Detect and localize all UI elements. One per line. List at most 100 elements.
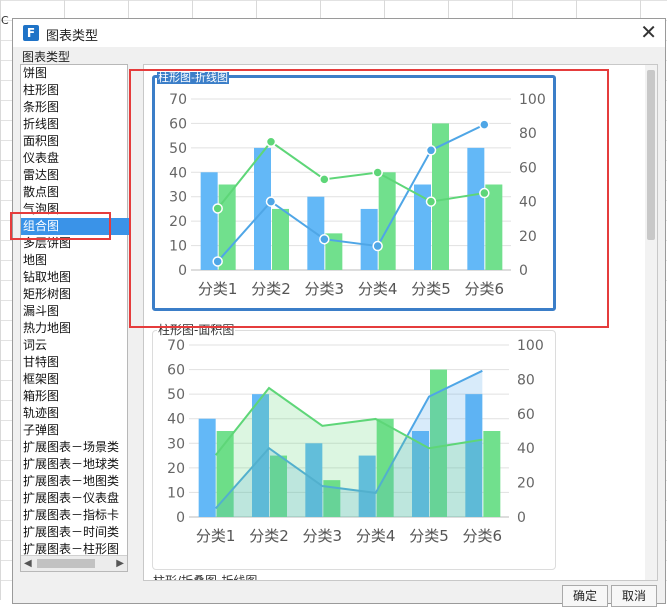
line-point bbox=[319, 174, 330, 185]
y-tick-label-left: 70 bbox=[169, 92, 187, 108]
dialog-title: 图表类型 bbox=[46, 29, 99, 44]
chart-type-item[interactable]: 扩展图表－场景类 bbox=[21, 439, 129, 456]
x-tick-label: 分类6 bbox=[463, 527, 503, 545]
chart-type-item[interactable]: 饼图 bbox=[21, 65, 129, 82]
x-tick-label: 分类3 bbox=[303, 527, 343, 545]
y-tick-label-left: 30 bbox=[169, 190, 187, 206]
vertical-scrollbar[interactable] bbox=[645, 65, 657, 580]
chart-type-dialog: F 图表类型 ✕ 图表类型 饼图 柱形图 条形图 折线图 面积图 仪表盘 雷达图 散点图 气泡图… bbox=[12, 18, 666, 607]
chart-type-item[interactable]: 框架图 bbox=[21, 371, 129, 388]
line-point bbox=[212, 256, 223, 267]
x-tick-label: 分类1 bbox=[196, 527, 236, 545]
chart-type-list[interactable]: 饼图 柱形图 条形图 折线图 面积图 仪表盘 雷达图 散点图 气泡图 组合图 多层饼图 地图 钻取地图矩… bbox=[20, 64, 129, 572]
spreadsheet-column-fragment: C bbox=[1, 14, 9, 27]
chart-type-item[interactable]: 扩展图表－时间类 bbox=[21, 524, 129, 541]
bar bbox=[378, 172, 396, 270]
bar bbox=[200, 172, 218, 270]
y-tick-label-right: 20 bbox=[517, 476, 535, 492]
scrollbar-thumb[interactable] bbox=[37, 559, 95, 568]
y-tick-label-right: 40 bbox=[519, 195, 537, 211]
chart-type-item[interactable]: 仪表盘 bbox=[21, 150, 129, 167]
y-tick-label-right: 60 bbox=[519, 160, 537, 176]
chart-type-item[interactable]: 轨迹图 bbox=[21, 405, 129, 422]
chart-type-item[interactable]: 扩展图表－指标卡 bbox=[21, 507, 129, 524]
y-tick-label-right: 0 bbox=[519, 263, 528, 279]
y-tick-label-left: 30 bbox=[167, 436, 185, 452]
y-tick-label-right: 80 bbox=[517, 372, 535, 388]
line-point bbox=[319, 233, 330, 245]
x-tick-label: 分类2 bbox=[251, 280, 291, 298]
y-tick-label-right: 40 bbox=[517, 441, 535, 457]
chart-type-item[interactable]: 多层饼图 bbox=[21, 235, 129, 252]
x-tick-label: 分类6 bbox=[465, 280, 505, 298]
chart-type-item[interactable]: 地图 bbox=[21, 252, 129, 269]
bar-line-chart: 0 10 20 30 40 50 60 70 0 20 40 60 80 100 分类1 分类2 分类3 分类4 分… bbox=[169, 92, 546, 298]
chart-type-item[interactable]: 条形图 bbox=[21, 99, 129, 116]
x-tick-label: 分类5 bbox=[411, 280, 451, 298]
bar bbox=[467, 147, 485, 270]
scrollbar-thumb[interactable] bbox=[647, 70, 655, 240]
chart-type-item[interactable]: 词云 bbox=[21, 337, 129, 354]
chart-type-item[interactable]: 矩形树图 bbox=[21, 286, 129, 303]
chart-type-item[interactable]: 漏斗图 bbox=[21, 303, 129, 320]
bar-area-chart: 0 10 20 30 40 50 60 70 0 20 40 60 80 100 分类1 分类2 分类3 分类4 分… bbox=[167, 338, 544, 545]
line-point bbox=[479, 187, 490, 199]
y-tick-label-left: 50 bbox=[167, 387, 185, 403]
bar bbox=[483, 431, 501, 517]
line-point bbox=[425, 145, 437, 156]
y-tick-label-right: 80 bbox=[519, 126, 537, 142]
line-point bbox=[372, 167, 383, 178]
bar bbox=[272, 208, 289, 270]
preview-card-bar-area[interactable]: 0 10 20 30 40 50 60 70 0 20 40 60 80 100 分类1 分类2 分类3 分类4 分… bbox=[152, 321, 556, 570]
y-tick-label-right: 100 bbox=[517, 338, 544, 354]
chart-type-item[interactable]: 柱形图 bbox=[21, 82, 129, 99]
x-tick-label: 分类3 bbox=[305, 280, 345, 298]
y-tick-label-left: 20 bbox=[167, 461, 185, 477]
chart-type-item[interactable]: 雷达图 bbox=[21, 167, 129, 184]
chart-type-item[interactable]: 扩展图表－地球类 bbox=[21, 456, 129, 473]
x-tick-label: 分类2 bbox=[249, 527, 289, 545]
chart-type-item[interactable]: 组合图 bbox=[21, 218, 129, 235]
chart-type-item[interactable]: 扩展图表－柱形图 bbox=[21, 541, 129, 555]
close-icon[interactable]: ✕ bbox=[640, 21, 657, 43]
cancel-button[interactable]: 取消 bbox=[611, 585, 657, 607]
section-label: 图表类型 bbox=[22, 50, 71, 64]
bar bbox=[198, 418, 216, 517]
chart-type-item[interactable]: 扩展图表－地图类 bbox=[21, 473, 129, 490]
y-tick-label-left: 60 bbox=[169, 116, 187, 132]
x-tick-label: 分类1 bbox=[198, 280, 238, 298]
chart-type-list-items: 饼图 柱形图 条形图 折线图 面积图 仪表盘 雷达图 散点图 气泡图 组合图 多层饼图 地图 钻取地图矩… bbox=[21, 65, 129, 555]
y-tick-label-left: 60 bbox=[167, 363, 185, 379]
preview-card-title: 柱形图-折线图 bbox=[157, 71, 229, 84]
x-tick-label: 分类4 bbox=[358, 280, 398, 298]
chart-type-item[interactable]: 钻取地图 bbox=[21, 269, 129, 286]
chart-type-item[interactable]: 甘特图 bbox=[21, 354, 129, 371]
y-tick-label-left: 20 bbox=[169, 214, 187, 230]
y-tick-label-right: 20 bbox=[519, 229, 537, 245]
preview-card-title-partial[interactable]: 柱形/折叠图-折线图 bbox=[153, 572, 257, 580]
bar bbox=[485, 184, 503, 270]
horizontal-scrollbar[interactable]: ◀ ▶ bbox=[21, 555, 127, 571]
chart-type-item[interactable]: 折线图 bbox=[21, 116, 129, 133]
scroll-right-icon[interactable]: ▶ bbox=[116, 556, 124, 571]
chart-type-item[interactable]: 热力地图 bbox=[21, 320, 129, 337]
y-tick-label-left: 10 bbox=[167, 485, 185, 501]
line-point bbox=[265, 136, 277, 147]
y-tick-label-right: 0 bbox=[517, 510, 526, 526]
line-point bbox=[425, 196, 437, 207]
y-tick-label-left: 0 bbox=[176, 510, 185, 526]
x-tick-label: 分类5 bbox=[409, 527, 449, 545]
chart-type-item[interactable]: 箱形图 bbox=[21, 388, 129, 405]
preview-card-bar-line[interactable]: 0 10 20 30 40 50 60 70 0 20 40 60 80 100 分类1 分类2 分类3 分类4 分… bbox=[152, 71, 556, 311]
chart-type-item[interactable]: 面积图 bbox=[21, 133, 129, 150]
dialog-titlebar: F 图表类型 ✕ bbox=[13, 19, 665, 47]
ok-button[interactable]: 确定 bbox=[562, 585, 608, 607]
line-point bbox=[212, 203, 223, 214]
scroll-left-icon[interactable]: ◀ bbox=[24, 556, 32, 571]
line-point bbox=[479, 119, 490, 130]
chart-type-item[interactable]: 子弹图 bbox=[21, 422, 129, 439]
chart-type-item[interactable]: 扩展图表－仪表盘 bbox=[21, 490, 129, 507]
chart-type-item[interactable]: 气泡图 bbox=[21, 201, 129, 218]
line-point bbox=[265, 196, 277, 207]
chart-type-item[interactable]: 散点图 bbox=[21, 184, 129, 201]
